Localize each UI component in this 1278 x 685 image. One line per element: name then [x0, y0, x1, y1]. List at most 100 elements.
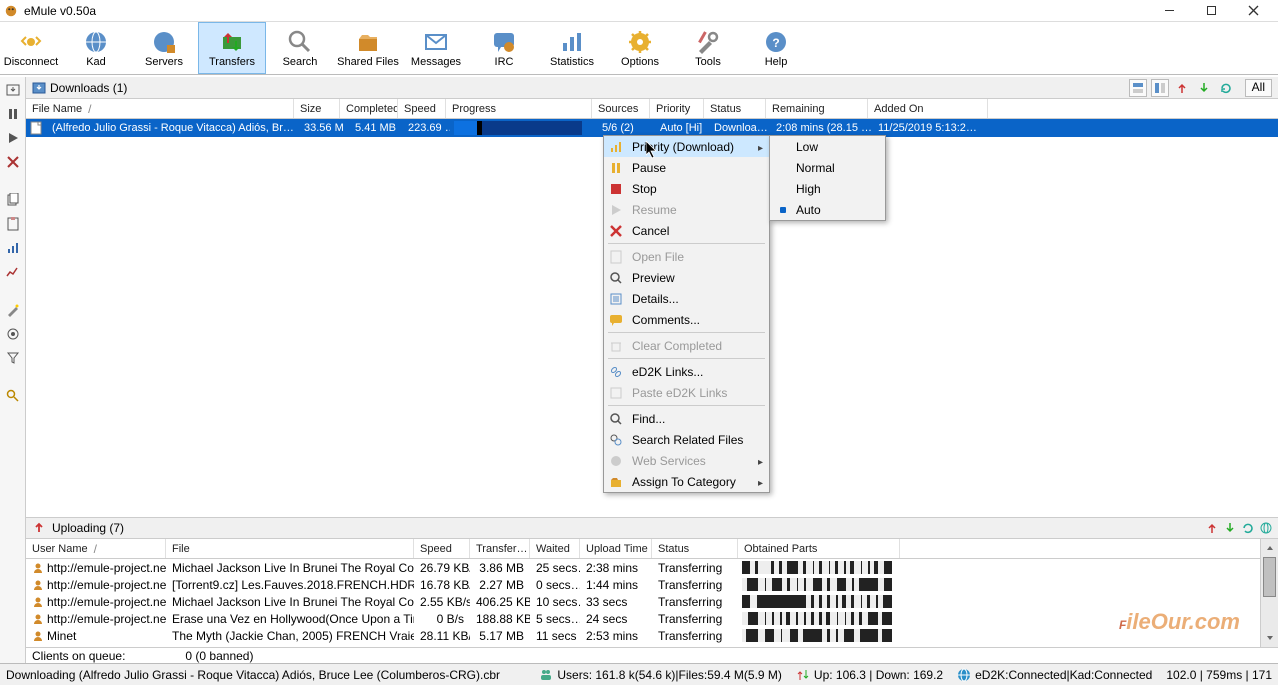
- dl-cell-5: 5/6 (2): [596, 122, 654, 134]
- priority-auto[interactable]: Auto: [770, 199, 885, 220]
- up-globe-icon[interactable]: [1260, 522, 1272, 534]
- sidebar-stats-icon[interactable]: [4, 239, 22, 257]
- maximize-button[interactable]: [1190, 0, 1232, 22]
- uploads-columns: User Name /FileSpeedTransfer…WaitedUploa…: [26, 539, 1260, 559]
- ctx-details[interactable]: Details...: [604, 288, 769, 309]
- up-col-2[interactable]: Speed: [414, 539, 470, 558]
- obtained-parts-bar: [742, 578, 892, 591]
- upload-scrollbar[interactable]: [1260, 539, 1278, 647]
- all-filter-button[interactable]: All: [1245, 79, 1272, 97]
- ctx-ed2klinks[interactable]: eD2K Links...: [604, 361, 769, 382]
- ctx-pause[interactable]: Pause: [604, 157, 769, 178]
- kad-icon: [83, 29, 109, 55]
- dl-col-file-name[interactable]: File Name /: [26, 99, 294, 118]
- up-arrow-red-icon[interactable]: [1206, 522, 1218, 534]
- dl-col-progress[interactable]: Progress: [446, 99, 592, 118]
- toolbar-tools[interactable]: Tools: [674, 22, 742, 74]
- dl-col-completed[interactable]: Completed: [340, 99, 398, 118]
- dl-col-speed[interactable]: Speed: [398, 99, 446, 118]
- details-icon: [608, 291, 624, 307]
- priority-high[interactable]: High: [770, 178, 885, 199]
- upload-row[interactable]: http://emule-project.netErase una Vez en…: [26, 610, 1260, 627]
- toolbar-disconnect[interactable]: Disconnect: [0, 22, 62, 74]
- close-button[interactable]: [1232, 0, 1274, 22]
- up-refresh-icon[interactable]: [1242, 522, 1254, 534]
- dl-cell-3: 223.69 …: [402, 122, 450, 134]
- disconnect-icon: [18, 29, 44, 55]
- up-col-5[interactable]: Upload Time: [580, 539, 652, 558]
- ctx-comments[interactable]: Comments...: [604, 309, 769, 330]
- up-arrow-green-icon[interactable]: [1224, 522, 1236, 534]
- sidebar-wizard-icon[interactable]: [4, 301, 22, 319]
- sidebar-pause-icon[interactable]: [4, 105, 22, 123]
- file-icon: [29, 121, 43, 135]
- priority-low[interactable]: Low: [770, 136, 885, 157]
- priority-normal[interactable]: Normal: [770, 157, 885, 178]
- up-col-6[interactable]: Status: [652, 539, 738, 558]
- sidebar-play-icon[interactable]: [4, 129, 22, 147]
- obtained-parts-bar: [742, 612, 892, 625]
- dl-cell-4: [450, 121, 596, 135]
- dl-col-remaining[interactable]: Remaining: [766, 99, 868, 118]
- ctx-searchrelated[interactable]: Search Related Files: [604, 429, 769, 450]
- sidebar-cancel-icon[interactable]: [4, 153, 22, 171]
- toolbar-shared-files[interactable]: Shared Files: [334, 22, 402, 74]
- upload-row[interactable]: http://emule-project.netMichael Jackson …: [26, 593, 1260, 610]
- upload-row[interactable]: MinetThe Myth (Jackie Chan, 2005) FRENCH…: [26, 627, 1260, 644]
- sidebar-paste-icon[interactable]: [4, 215, 22, 233]
- toolbar-messages[interactable]: Messages: [402, 22, 470, 74]
- ctx-find[interactable]: Find...: [604, 408, 769, 429]
- search-icon: [287, 29, 313, 55]
- upload-row[interactable]: http://emule-project.netMichael Jackson …: [26, 559, 1260, 576]
- dl-col-status[interactable]: Status: [704, 99, 766, 118]
- toolbar-label: Disconnect: [4, 56, 58, 68]
- up-col-7[interactable]: Obtained Parts: [738, 539, 900, 558]
- download-arrow-icon[interactable]: [1195, 79, 1213, 97]
- obtained-parts-bar: [742, 561, 892, 574]
- status-bar: Downloading (Alfredo Julio Grassi - Roqu…: [0, 663, 1278, 685]
- dl-cell-1: 33.56 MB: [298, 122, 344, 134]
- refresh-icon[interactable]: [1217, 79, 1235, 97]
- toolbar-help[interactable]: ?Help: [742, 22, 810, 74]
- sidebar-downloads-icon[interactable]: [4, 81, 22, 99]
- up-col-3[interactable]: Transfer…: [470, 539, 530, 558]
- cancel-icon: [608, 223, 624, 239]
- up-col-4[interactable]: Waited: [530, 539, 580, 558]
- view-toggle-2[interactable]: [1151, 79, 1169, 97]
- ctx-webservices: Web Services: [604, 450, 769, 471]
- status-download-text: Downloading (Alfredo Julio Grassi - Roqu…: [6, 668, 500, 682]
- dl-cell-8: 2:08 mins (28.15 …: [770, 122, 872, 134]
- dl-col-sources[interactable]: Sources: [592, 99, 650, 118]
- sidebar-settings-icon[interactable]: [4, 325, 22, 343]
- view-toggle-1[interactable]: [1129, 79, 1147, 97]
- ctx-preview[interactable]: Preview: [604, 267, 769, 288]
- downloads-section-bar: Downloads (1) All: [26, 77, 1278, 99]
- up-col-1[interactable]: File: [166, 539, 414, 558]
- toolbar-options[interactable]: Options: [606, 22, 674, 74]
- dl-col-size[interactable]: Size: [294, 99, 340, 118]
- dl-col-priority[interactable]: Priority: [650, 99, 704, 118]
- toolbar-kad[interactable]: Kad: [62, 22, 130, 74]
- sidebar-copy-icon[interactable]: [4, 191, 22, 209]
- toolbar-search[interactable]: Search: [266, 22, 334, 74]
- app-icon: [4, 4, 18, 18]
- upload-arrow-icon[interactable]: [1173, 79, 1191, 97]
- sidebar-chart-icon[interactable]: [4, 263, 22, 281]
- toolbar-statistics[interactable]: Statistics: [538, 22, 606, 74]
- up-col-0[interactable]: User Name /: [26, 539, 166, 558]
- sidebar-search-icon[interactable]: [4, 387, 22, 405]
- toolbar-irc[interactable]: IRC: [470, 22, 538, 74]
- upload-row[interactable]: http://emule-project.net[Torrent9.cz] Le…: [26, 576, 1260, 593]
- ctx-assigncat[interactable]: Assign To Category: [604, 471, 769, 492]
- minimize-button[interactable]: [1148, 0, 1190, 22]
- toolbar-servers[interactable]: Servers: [130, 22, 198, 74]
- dl-col-added-on[interactable]: Added On: [868, 99, 988, 118]
- queue-value: 0 (0 banned): [185, 649, 253, 663]
- toolbar-transfers[interactable]: Transfers: [198, 22, 266, 74]
- ctx-stop[interactable]: Stop: [604, 178, 769, 199]
- pause-icon: [608, 160, 624, 176]
- sidebar-filter-icon[interactable]: [4, 349, 22, 367]
- help-icon: ?: [763, 29, 789, 55]
- ctx-cancel[interactable]: Cancel: [604, 220, 769, 241]
- ctx-priority[interactable]: Priority (Download): [604, 136, 769, 157]
